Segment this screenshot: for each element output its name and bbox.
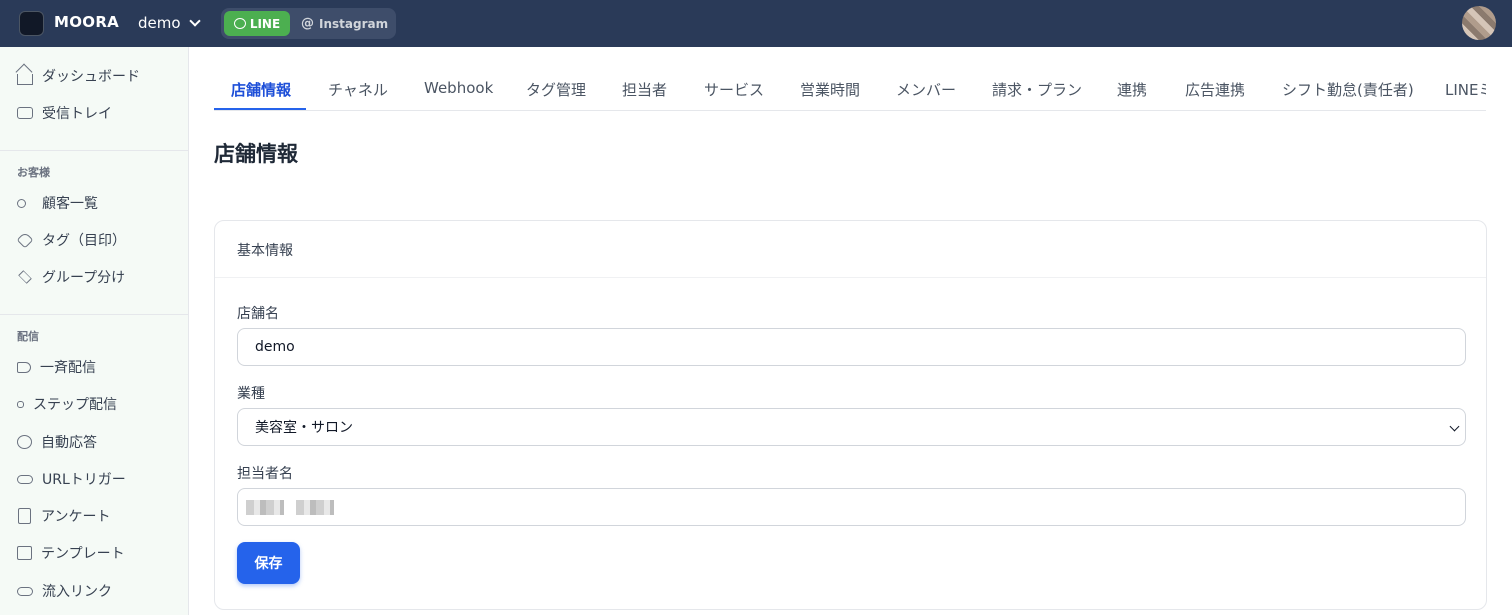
channel-line-label: LINE — [249, 16, 281, 31]
channel-instagram-button[interactable]: @ Instagram — [301, 11, 388, 36]
chat-bubble-icon — [233, 18, 246, 29]
user-avatar[interactable] — [1462, 6, 1496, 40]
sidebar-item-url-trigger[interactable]: URLトリガー — [17, 468, 126, 490]
megaphone-icon — [17, 361, 31, 373]
tab-channel[interactable]: チャネル — [328, 79, 388, 100]
sidebar-item-step-delivery[interactable]: ステップ配信 — [17, 393, 117, 415]
settings-tabs: 店舗情報 チャネル Webhook タグ管理 担当者 サービス 営業時間 メンバ… — [214, 67, 1486, 111]
sidebar-item-customer-list[interactable]: 顧客一覧 — [17, 192, 98, 214]
card-header: 基本情報 — [215, 221, 1486, 278]
tab-billing-plan[interactable]: 請求・プラン — [992, 79, 1082, 100]
manager-name-label: 担当者名 — [237, 466, 293, 482]
step-icon — [17, 400, 24, 408]
sidebar-item-templates[interactable]: テンプレート — [17, 542, 125, 564]
shop-name: demo — [138, 14, 181, 32]
redacted-text — [246, 499, 284, 515]
tab-tag-management[interactable]: タグ管理 — [526, 79, 586, 100]
tab-ad-integrations[interactable]: 広告連携 — [1185, 79, 1245, 100]
channel-switcher: LINE @ Instagram — [221, 8, 396, 39]
tab-shift-attendance[interactable]: シフト勤怠(責任者) — [1282, 79, 1414, 100]
save-button[interactable]: 保存 — [237, 542, 300, 584]
sidebar-item-label: URLトリガー — [42, 472, 126, 488]
sidebar-item-tags[interactable]: タグ（目印） — [16, 229, 126, 251]
sidebar-item-inflow-link[interactable]: 流入リンク — [17, 580, 112, 602]
store-name-value: demo — [255, 339, 295, 355]
store-name-input[interactable]: demo — [237, 328, 1466, 366]
sidebar-item-inbox[interactable]: 受信トレイ — [17, 102, 112, 124]
sidebar-item-broadcast[interactable]: 一斉配信 — [17, 356, 96, 378]
sidebar-item-label: 流入リンク — [42, 584, 112, 600]
tab-staff[interactable]: 担当者 — [622, 79, 667, 100]
link-icon — [17, 586, 33, 596]
industry-select[interactable]: 美容室・サロン — [237, 408, 1466, 446]
tab-members[interactable]: メンバー — [896, 79, 956, 100]
tab-business-hours[interactable]: 営業時間 — [800, 79, 860, 100]
sidebar-item-label: 一斉配信 — [40, 360, 96, 376]
channel-instagram-label: Instagram — [319, 16, 389, 31]
at-sign-icon: @ — [301, 16, 314, 31]
chevron-down-icon — [188, 15, 201, 27]
app-logo-icon[interactable] — [19, 11, 44, 36]
industry-label: 業種 — [237, 386, 265, 402]
sidebar-item-label: アンケート — [41, 509, 111, 525]
sidebar-item-label: ステップ配信 — [33, 397, 117, 413]
page-title: 店舗情報 — [214, 142, 298, 166]
sidebar-item-label: 顧客一覧 — [42, 196, 98, 212]
redacted-text — [296, 499, 334, 515]
tab-store-info[interactable]: 店舗情報 — [231, 79, 291, 100]
tag-icon — [16, 231, 34, 249]
brand-name[interactable]: MOORA — [54, 13, 119, 31]
chat-icon — [17, 435, 32, 449]
sidebar-divider — [0, 314, 188, 315]
sidebar-item-label: タグ（目印） — [42, 233, 126, 249]
manager-name-input[interactable] — [237, 488, 1466, 526]
stack-icon — [18, 270, 32, 284]
industry-value: 美容室・サロン — [255, 420, 353, 436]
clipboard-icon — [18, 508, 31, 524]
channel-line-button[interactable]: LINE — [224, 11, 290, 36]
sidebar-item-label: ダッシュボード — [42, 69, 140, 85]
tab-integrations[interactable]: 連携 — [1117, 79, 1147, 100]
card-title: 基本情報 — [237, 243, 293, 259]
store-name-label: 店舗名 — [237, 306, 279, 322]
sidebar-item-label: グループ分け — [42, 270, 126, 286]
inbox-icon — [17, 107, 33, 119]
sidebar-item-auto-reply[interactable]: 自動応答 — [17, 431, 97, 453]
tab-webhook[interactable]: Webhook — [424, 79, 493, 97]
sidebar-section-customers: お客様 — [17, 166, 50, 179]
top-bar: MOORA demo LINE @ Instagram — [0, 0, 1512, 47]
sidebar-item-label: 自動応答 — [41, 435, 97, 451]
sidebar-item-groups[interactable]: グループ分け — [17, 266, 125, 288]
home-icon — [17, 73, 33, 85]
tab-line-mini[interactable]: LINEミ — [1445, 79, 1486, 100]
sidebar-item-dashboard[interactable]: ダッシュボード — [17, 65, 140, 87]
active-tab-indicator — [214, 108, 306, 110]
template-icon — [17, 546, 32, 560]
sidebar-divider — [0, 150, 188, 151]
sidebar: ダッシュボード 受信トレイ お客様 顧客一覧 タグ（目印） グループ分け 配信 … — [0, 47, 189, 615]
basic-info-card: 基本情報 店舗名 demo 業種 美容室・サロン 担当者名 保存 — [214, 220, 1487, 610]
tab-services[interactable]: サービス — [704, 79, 764, 100]
sidebar-section-delivery: 配信 — [17, 330, 39, 343]
sidebar-item-label: 受信トレイ — [42, 106, 112, 122]
sidebar-item-survey[interactable]: アンケート — [17, 505, 110, 527]
link-icon — [17, 474, 33, 484]
users-icon — [17, 198, 26, 208]
shop-selector[interactable]: demo — [138, 12, 201, 34]
sidebar-item-label: テンプレート — [41, 546, 125, 562]
chevron-down-icon — [1449, 421, 1460, 432]
